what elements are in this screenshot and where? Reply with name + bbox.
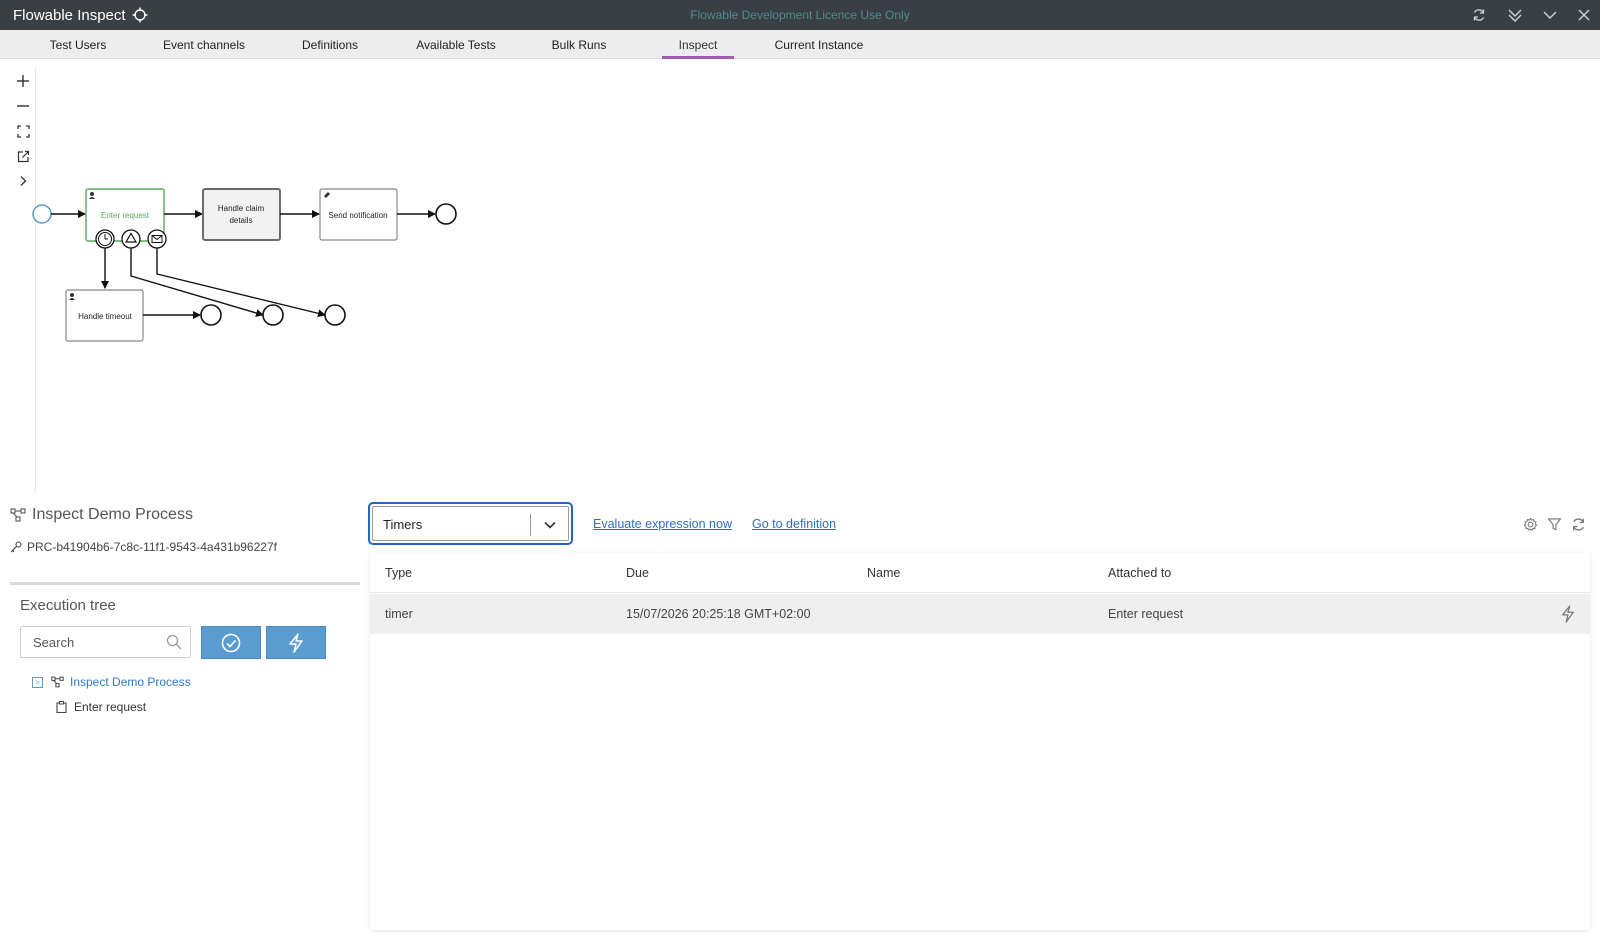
column-header-attached-to[interactable]: Attached to: [1108, 566, 1171, 580]
execute-timer-lightning-icon[interactable]: [1560, 605, 1578, 623]
cell-attached-to: Enter request: [1108, 607, 1184, 621]
trigger-button[interactable]: [266, 626, 326, 659]
search-input[interactable]: [21, 627, 161, 657]
tab-definitions[interactable]: Definitions: [290, 30, 370, 59]
tab-test-users[interactable]: Test Users: [36, 30, 120, 59]
panel-divider: [10, 582, 360, 585]
settings-gear-icon[interactable]: [1521, 515, 1539, 533]
cell-due: 15/07/2026 20:25:18 GMT+02:00: [626, 607, 811, 621]
main-tab-bar: Test Users Event channels Definitions Av…: [0, 30, 1600, 59]
tree-node-enter-request[interactable]: Enter request: [56, 700, 146, 714]
go-to-definition-link[interactable]: Go to definition: [752, 517, 836, 531]
column-header-name[interactable]: Name: [867, 566, 900, 580]
end-event-signal[interactable]: [262, 304, 284, 326]
end-event-main[interactable]: [435, 203, 457, 225]
task-handle-timeout[interactable]: Handle timeout: [65, 289, 144, 342]
tab-inspect[interactable]: Inspect: [662, 30, 734, 59]
check-circle-icon: [221, 633, 241, 653]
search-icon[interactable]: [166, 634, 182, 650]
tab-bulk-runs[interactable]: Bulk Runs: [540, 30, 618, 59]
table-row[interactable]: timer 15/07/2026 20:25:18 GMT+02:00 Ente…: [370, 594, 1590, 634]
select-separator: [530, 514, 531, 536]
minimize-chevron-icon[interactable]: [1539, 5, 1561, 25]
start-event[interactable]: [32, 204, 52, 224]
task-handle-timeout-label: Handle timeout: [78, 312, 133, 321]
boundary-message-event[interactable]: [147, 229, 167, 249]
tree-node-process-label[interactable]: Inspect Demo Process: [70, 675, 191, 689]
column-header-due[interactable]: Due: [626, 566, 649, 580]
licence-banner: Flowable Development Licence Use Only: [690, 8, 910, 22]
refresh-icon[interactable]: [1468, 5, 1490, 25]
tab-current-instance[interactable]: Current Instance: [762, 30, 876, 59]
process-id: PRC-b41904b6-7c8c-11f1-9543-4a431b96227f: [27, 540, 277, 554]
process-icon: [10, 508, 26, 522]
boundary-timer-event[interactable]: [95, 229, 115, 249]
execution-tree-title: Execution tree: [20, 597, 116, 614]
evaluate-expression-link[interactable]: Evaluate expression now: [593, 517, 732, 531]
process-title: Inspect Demo Process: [10, 505, 193, 525]
process-diagram-canvas[interactable]: Enter request Handle claim details Send …: [10, 68, 1590, 493]
title-bar: Flowable Inspect Flowable Development Li…: [0, 0, 1600, 30]
tab-event-channels[interactable]: Event channels: [150, 30, 258, 59]
task-handle-claim-details[interactable]: Handle claim details: [202, 188, 281, 241]
task-send-notification-label: Send notification: [328, 211, 387, 220]
task-handle-claim-label-1: Handle claim: [218, 204, 265, 213]
process-id-row: PRC-b41904b6-7c8c-11f1-9543-4a431b96227f: [10, 540, 277, 554]
task-send-notification[interactable]: Send notification: [319, 188, 398, 241]
end-event-message[interactable]: [324, 304, 346, 326]
end-event-timeout[interactable]: [200, 304, 222, 326]
view-select-value: Timers: [383, 517, 423, 532]
table-header: Type Due Name Attached to: [370, 553, 1590, 593]
view-select[interactable]: Timers: [368, 502, 573, 545]
column-header-type[interactable]: Type: [385, 566, 412, 580]
double-chevron-down-icon[interactable]: [1504, 5, 1526, 25]
tree-node-process[interactable]: > Inspect Demo Process: [32, 675, 191, 689]
clipboard-icon: [56, 701, 67, 713]
complete-button[interactable]: [201, 626, 261, 659]
filter-icon[interactable]: [1545, 515, 1563, 533]
tab-available-tests[interactable]: Available Tests: [404, 30, 508, 59]
expand-toggle-icon[interactable]: >: [32, 676, 43, 688]
lightning-icon: [287, 632, 305, 653]
process-name: Inspect Demo Process: [32, 506, 193, 523]
execution-tree-search: [20, 626, 191, 658]
bpmn-diagram: Enter request Handle claim details Send …: [32, 188, 457, 342]
tree-node-enter-request-label: Enter request: [74, 700, 147, 714]
key-icon: [10, 541, 22, 553]
cell-type: timer: [385, 607, 413, 621]
chevron-down-icon[interactable]: [540, 515, 560, 535]
boundary-signal-event[interactable]: [121, 229, 141, 249]
refresh-table-icon[interactable]: [1569, 515, 1587, 533]
task-handle-claim-label-2: details: [229, 216, 252, 225]
process-node-icon: [51, 676, 64, 688]
close-icon[interactable]: [1573, 5, 1595, 25]
timers-table: Type Due Name Attached to timer 15/07/20…: [370, 553, 1590, 930]
task-enter-request-label: Enter request: [101, 211, 150, 220]
